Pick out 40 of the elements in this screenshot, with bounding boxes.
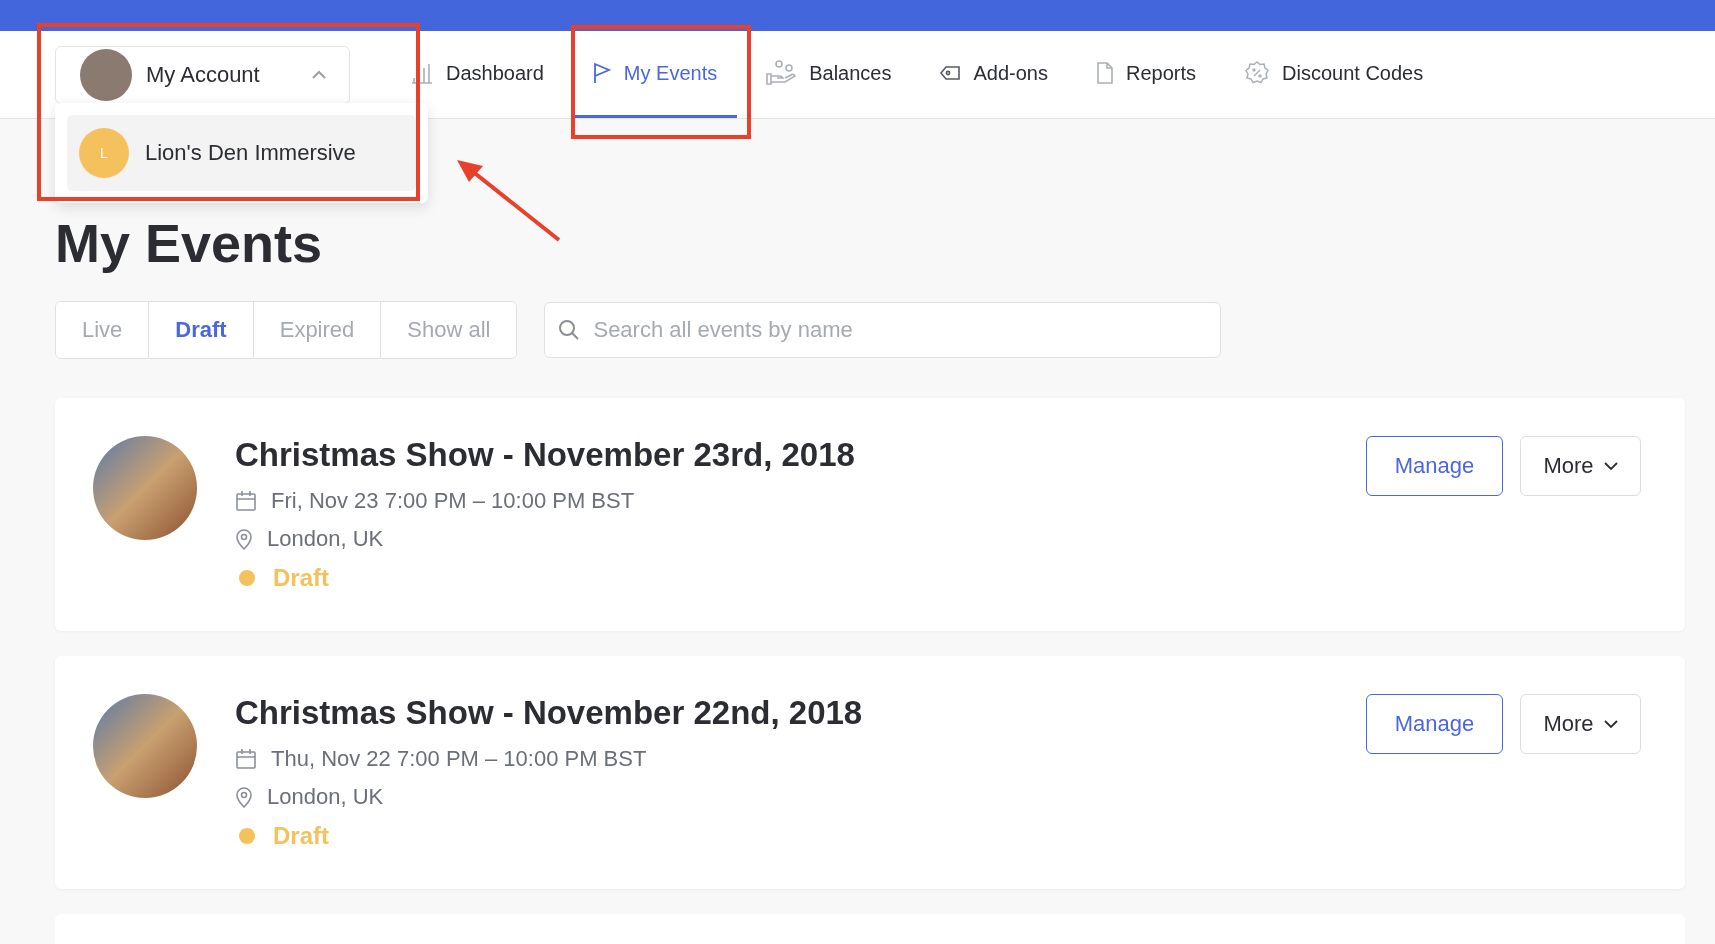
nav-tab[interactable]: Reports [1076,31,1216,118]
map-pin-icon [235,786,253,808]
nav-tab[interactable]: Add-ons [919,31,1068,118]
event-location: London, UK [267,784,384,810]
nav-tab[interactable]: My Events [571,31,738,118]
document-icon [1096,61,1114,85]
search-field[interactable]: Search all events by name [544,302,1222,358]
nav-tab[interactable]: Dashboard [390,31,564,118]
hand-coins-icon [765,60,798,86]
caret-icon [311,69,327,80]
chevron-down-icon [1603,719,1618,729]
event-title: Christmas Show - November 22nd, 2018 [235,694,864,732]
nav-tab[interactable]: Discount Codes [1224,31,1444,118]
more-button[interactable]: More [1520,436,1641,496]
map-pin-icon [235,528,253,550]
status-label: Draft [273,564,329,592]
calendar-icon [235,490,257,512]
account-menu-button[interactable]: My Account [55,45,350,104]
status-dot [239,570,255,586]
tag-icon [939,65,962,81]
more-button[interactable]: More [1520,694,1641,754]
manage-button[interactable]: Manage [1366,436,1503,496]
calendar-icon [235,748,257,770]
event-title: Christmas Show - November 23rd, 2018 [235,436,856,474]
initial-avatar: L [79,128,129,178]
account-option[interactable]: L Lion's Den Immersive [67,115,416,191]
event-date: Fri, Nov 23 7:00 PM – 10:00 PM BST [271,488,635,514]
discount-badge-icon [1244,60,1270,86]
status-label: Draft [273,822,329,850]
avatar-placeholder [80,48,132,101]
manage-button[interactable]: Manage [1366,694,1503,754]
event-location: London, UK [267,526,384,552]
status-dot [239,828,255,844]
event-date: Thu, Nov 22 7:00 PM – 10:00 PM BST [271,746,647,772]
bar-chart-icon [410,62,434,84]
nav-tab[interactable]: Balances [745,31,912,118]
flag-icon [591,62,612,84]
account-name: Lion's Den Immersive [145,140,356,166]
page-heading: My Events [55,215,324,271]
chevron-down-icon [1603,461,1618,471]
